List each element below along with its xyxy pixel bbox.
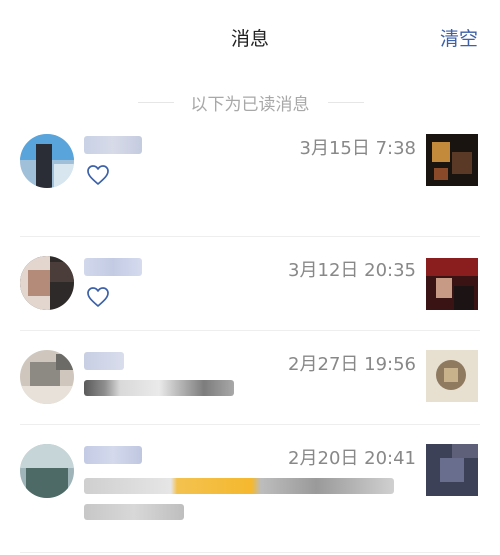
- message-time: 3月15日 7:38: [299, 138, 417, 159]
- message-time: 3月12日 20:35: [288, 260, 416, 281]
- separator: [20, 236, 480, 237]
- read-messages-divider: 以下为已读消息: [0, 90, 500, 115]
- avatar[interactable]: [20, 256, 74, 310]
- sender-name-blurred: [84, 258, 142, 276]
- message-time: 2月20日 20:41: [288, 448, 416, 469]
- header: 消息 清空: [0, 0, 500, 74]
- message-item[interactable]: 3月15日 7:38: [0, 128, 500, 236]
- message-item[interactable]: 2月27日 19:56: [0, 344, 500, 424]
- separator: [20, 552, 480, 553]
- divider-line-right: [328, 102, 364, 103]
- separator: [20, 330, 480, 331]
- sender-name-blurred: [84, 446, 142, 464]
- comment-text-blurred: [84, 478, 394, 494]
- heart-outline-icon: [87, 165, 109, 185]
- comment-text-blurred: [84, 504, 184, 520]
- page-title: 消息: [230, 28, 269, 50]
- post-thumbnail[interactable]: [426, 444, 478, 496]
- avatar[interactable]: [20, 444, 74, 498]
- sender-name-blurred: [84, 352, 124, 370]
- heart-outline-icon: [87, 287, 109, 307]
- comment-text-blurred: [84, 380, 234, 396]
- separator: [20, 424, 480, 425]
- avatar[interactable]: [20, 350, 74, 404]
- message-time: 2月27日 19:56: [288, 354, 416, 375]
- message-item[interactable]: 2月20日 20:41: [0, 438, 500, 550]
- avatar[interactable]: [20, 134, 74, 188]
- post-thumbnail[interactable]: [426, 134, 478, 186]
- post-thumbnail[interactable]: [426, 350, 478, 402]
- sender-name-blurred: [84, 136, 142, 154]
- message-item[interactable]: 3月12日 20:35: [0, 250, 500, 330]
- divider-label: 以下为已读消息: [190, 95, 310, 115]
- post-thumbnail[interactable]: [426, 258, 478, 310]
- clear-button[interactable]: 清空: [440, 24, 478, 51]
